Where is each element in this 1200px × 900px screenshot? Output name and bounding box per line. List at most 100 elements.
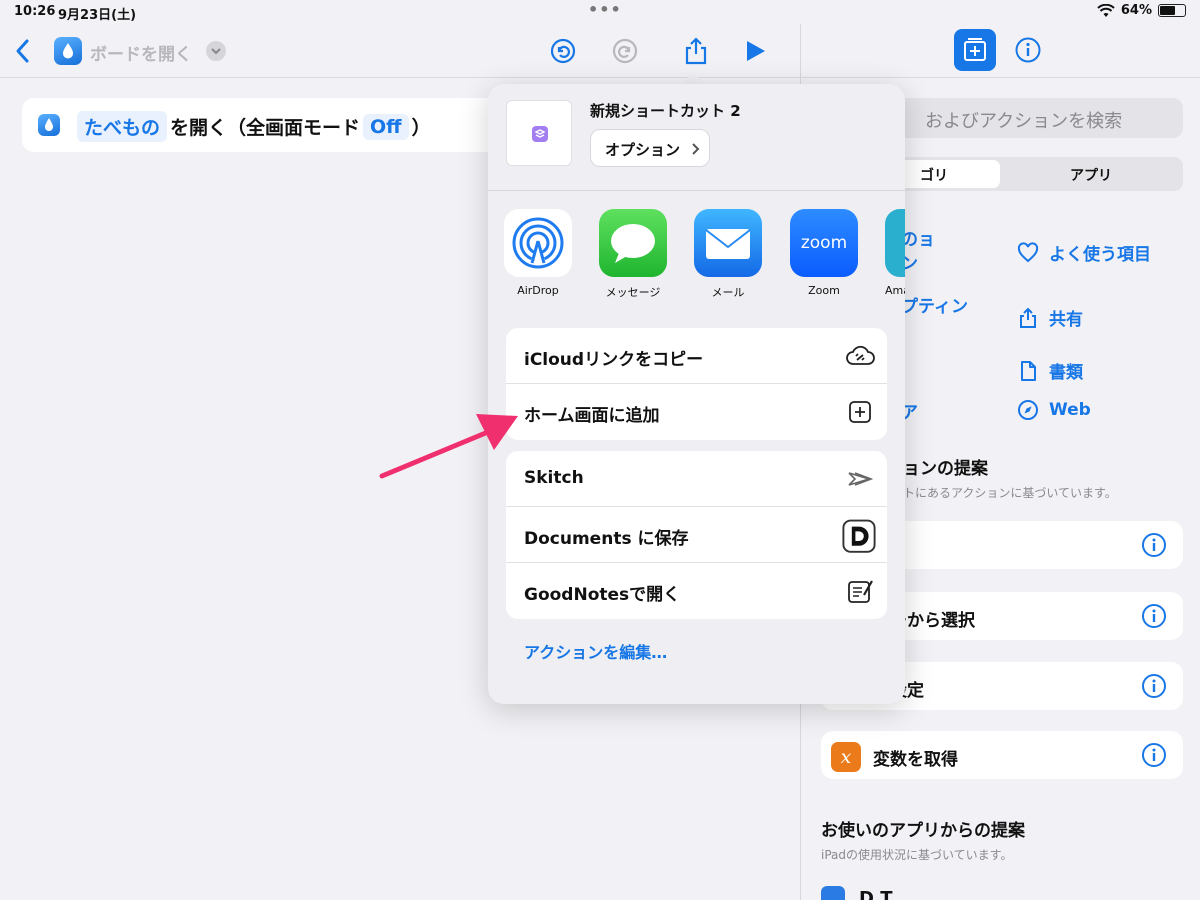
add-to-home-screen-row[interactable]: ホーム画面に追加 — [506, 384, 887, 440]
category-left-1[interactable]: のョン — [901, 228, 935, 276]
action-drop-icon — [38, 114, 60, 136]
tab-categories-label: ゴリ — [920, 168, 948, 184]
fullscreen-token[interactable]: Off — [363, 113, 409, 140]
category-web-label: Web — [1049, 400, 1091, 420]
multitasking-dots[interactable]: ••• — [588, 0, 622, 19]
app-suggestions-heading: お使いのアプリからの提案 — [821, 821, 1025, 841]
battery-icon — [1158, 4, 1186, 17]
save-to-documents-row[interactable]: Documents に保存 — [506, 507, 887, 563]
battery-percent: 64% — [1120, 3, 1152, 18]
app-name: メッセージ — [605, 286, 661, 299]
heart-icon — [1017, 241, 1039, 262]
shortcut-thumbnail — [506, 100, 572, 166]
app-name: AirDrop — [517, 284, 559, 297]
category-favorites-label: よく使う項目 — [1049, 245, 1151, 265]
share-airdrop[interactable]: AirDrop — [504, 209, 572, 297]
category-left-2[interactable]: プティン — [901, 292, 968, 317]
category-documents-label: 書類 — [1049, 363, 1083, 383]
action-library-button[interactable] — [954, 29, 996, 71]
row-label: Skitch — [524, 468, 584, 488]
suggestion-label: 変数を取得 — [873, 750, 958, 770]
options-button[interactable]: オプション — [590, 129, 710, 167]
row-label: ホーム画面に追加 — [524, 406, 660, 426]
messages-icon — [599, 209, 667, 277]
suggestion-get-variable[interactable]: x 変数を取得 — [821, 731, 1183, 779]
share-mail[interactable]: メール — [694, 209, 762, 300]
shortcut-drop-icon[interactable] — [54, 37, 82, 65]
action-library-icon — [964, 38, 986, 61]
category-favorites[interactable]: よく使う項目 — [1017, 240, 1151, 265]
category-sharing-label: 共有 — [1049, 310, 1083, 330]
redo-icon[interactable] — [610, 36, 640, 66]
search-placeholder: およびアクションを検索 — [925, 111, 1123, 132]
actions-toolbar — [801, 24, 1200, 78]
airdrop-icon — [504, 209, 572, 277]
app-icon[interactable] — [821, 886, 845, 900]
board-token[interactable]: たべもの — [77, 111, 168, 142]
status-date: 9月23日(土) — [58, 8, 137, 23]
status-time: 10:26 — [14, 4, 56, 19]
undo-icon[interactable] — [548, 36, 578, 66]
share-messages[interactable]: メッセージ — [599, 209, 667, 300]
open-in-goodnotes-row[interactable]: GoodNotesで開く — [506, 563, 887, 619]
actions-group-2: Skitch Documents に保存 GoodNotesで開く — [506, 451, 887, 619]
edit-actions-link[interactable]: アクションを編集… — [524, 639, 667, 663]
share-sheet: 新規ショートカット 2 オプション AirDrop メッセージ メール zoom… — [488, 84, 905, 704]
row-label: Documents に保存 — [524, 529, 689, 549]
app-name: Ama — [885, 284, 905, 297]
app-suggestion-label[interactable]: D T — [859, 888, 893, 900]
goodnotes-icon — [848, 580, 873, 603]
suggestions-subtitle: トにあるアクションに基づいています。 — [903, 486, 1117, 500]
annotation-arrow-icon — [379, 414, 518, 479]
skitch-icon — [848, 472, 874, 486]
chevron-right-icon — [692, 143, 700, 155]
battery-fill — [1160, 6, 1175, 15]
compass-icon — [1018, 400, 1038, 420]
row-label: iCloudリンクをコピー — [524, 350, 704, 370]
category-web[interactable]: Web — [1017, 399, 1091, 421]
share-amazon[interactable]: a Ama — [885, 209, 905, 297]
share-sheet-title: 新規ショートカット 2 — [590, 102, 741, 120]
info-icon[interactable] — [1141, 742, 1167, 768]
share-icon[interactable] — [681, 36, 711, 66]
icloud-link-icon — [846, 345, 875, 365]
run-play-icon[interactable] — [740, 36, 770, 66]
app-name: メール — [711, 286, 745, 299]
share-zoom[interactable]: zoom Zoom — [790, 209, 858, 297]
status-right: 64% — [1097, 3, 1186, 18]
options-label: オプション — [605, 141, 681, 159]
add-square-icon — [849, 401, 871, 423]
zoom-icon: zoom — [790, 209, 858, 277]
action-text-2: ） — [411, 117, 431, 139]
share-icon — [1020, 307, 1036, 328]
wifi-icon — [1097, 3, 1115, 17]
divider — [488, 190, 905, 191]
mail-icon — [694, 209, 762, 277]
row-label: GoodNotesで開く — [524, 585, 681, 605]
document-icon — [1021, 360, 1036, 381]
category-sharing[interactable]: 共有 — [1017, 305, 1083, 330]
status-bar: 10:26 9月23日(土) ••• 64% — [0, 0, 1200, 24]
info-icon[interactable] — [1141, 673, 1167, 699]
open-board-action-card[interactable]: たべもの を開く（全画面モード Off ） — [22, 98, 502, 152]
variable-icon: x — [831, 742, 861, 772]
category-documents[interactable]: 書類 — [1017, 358, 1083, 383]
title-menu-chevron-icon[interactable] — [206, 41, 226, 61]
app-suggestions-subtitle: iPadの使用状況に基づいています。 — [821, 848, 1013, 862]
amazon-icon: a — [885, 209, 905, 277]
suggestions-heading: ョンの提案 — [903, 459, 988, 479]
actions-group-1: iCloudリンクをコピー ホーム画面に追加 — [506, 328, 887, 440]
back-chevron-icon[interactable] — [12, 36, 32, 66]
copy-icloud-link-row[interactable]: iCloudリンクをコピー — [506, 328, 887, 384]
details-info-icon[interactable] — [1014, 36, 1042, 64]
shortcut-title[interactable]: ボードを開く — [90, 40, 192, 65]
editor-toolbar: ボードを開く — [0, 24, 800, 78]
skitch-row[interactable]: Skitch — [506, 451, 887, 507]
documents-icon — [842, 519, 876, 553]
shortcuts-stack-icon — [532, 126, 548, 142]
info-icon[interactable] — [1141, 532, 1167, 558]
info-icon[interactable] — [1141, 603, 1167, 629]
app-name: Zoom — [808, 284, 840, 297]
tab-apps[interactable]: アプリ — [1003, 160, 1179, 188]
action-text-1: を開く（全画面モード — [170, 117, 361, 139]
